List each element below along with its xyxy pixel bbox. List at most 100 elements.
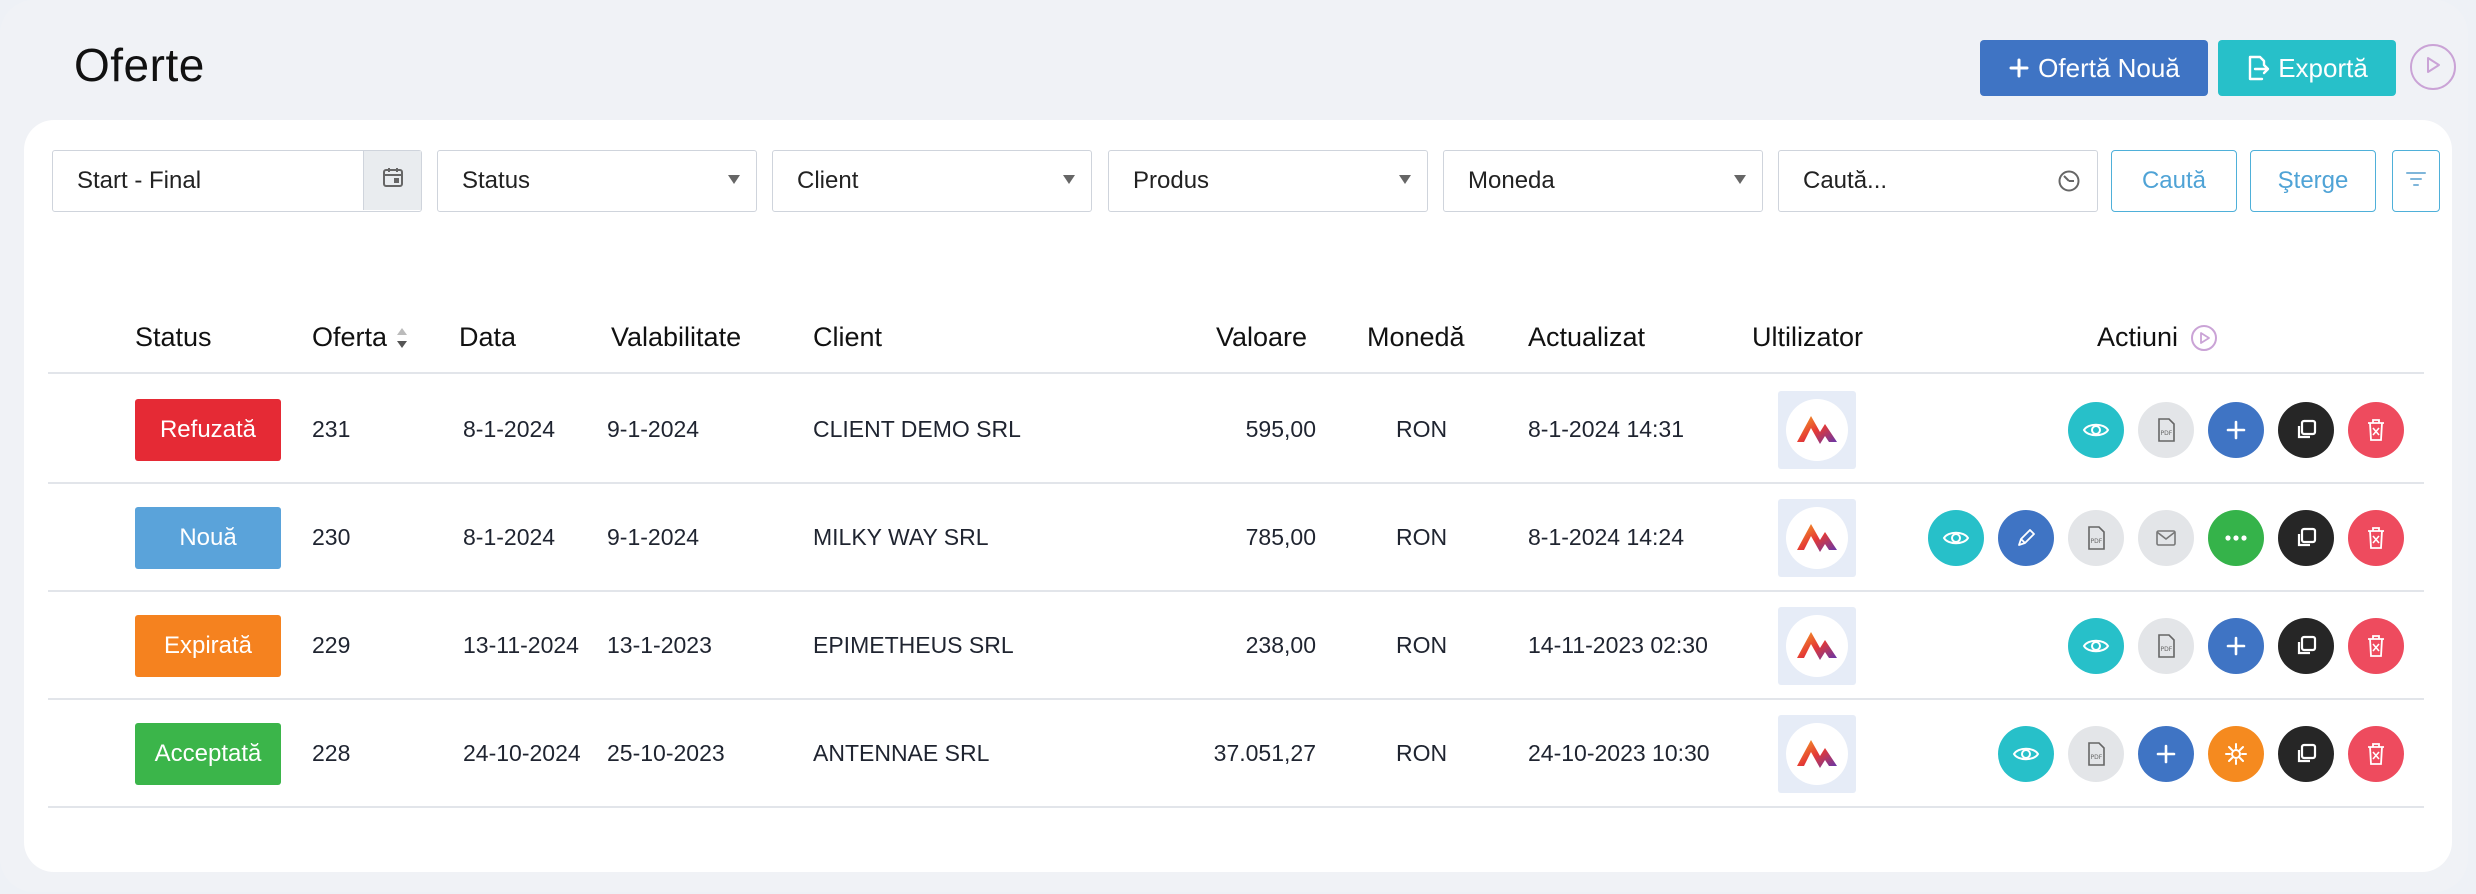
user-logo-icon [1794, 408, 1840, 453]
column-header-actions: Actiuni [2097, 322, 2218, 353]
play-tutorial-button[interactable] [2410, 44, 2456, 90]
delete-button[interactable] [2348, 618, 2404, 674]
client-name: EPIMETHEUS SRL [813, 632, 1014, 658]
delete-button[interactable] [2348, 402, 2404, 458]
column-header-validity[interactable]: Valabilitate [611, 322, 741, 353]
actions-help-play-icon[interactable] [2190, 324, 2218, 352]
user-logo-icon [1794, 732, 1840, 777]
delete-button[interactable] [2348, 510, 2404, 566]
client-name: ANTENNAE SRL [813, 740, 990, 766]
export-button[interactable]: Exportă [2218, 40, 2396, 96]
copy-button[interactable] [2278, 402, 2334, 458]
column-header-updated[interactable]: Actualizat [1528, 322, 1645, 353]
settings-button[interactable] [2208, 726, 2264, 782]
view-button[interactable] [1928, 510, 1984, 566]
copy-icon [2294, 634, 2318, 658]
add-button[interactable] [2138, 726, 2194, 782]
column-header-client[interactable]: Client [813, 322, 882, 353]
email-button[interactable] [2138, 510, 2194, 566]
avatar [1778, 715, 1856, 793]
column-header-date[interactable]: Data [459, 322, 516, 353]
pdf-button[interactable]: PDF [2138, 618, 2194, 674]
add-icon [2155, 743, 2177, 765]
offer-number[interactable]: 230 [312, 524, 350, 551]
date-range-filter[interactable]: Start - Final [52, 150, 422, 212]
copy-button[interactable] [2278, 726, 2334, 782]
offer-currency: RON [1396, 416, 1448, 442]
user-logo-icon [1794, 624, 1840, 669]
chevron-down-icon [1063, 175, 1075, 184]
currency-filter[interactable]: Moneda [1443, 150, 1763, 212]
column-header-currency[interactable]: Monedă [1367, 322, 1465, 353]
pdf-icon: PDF [2086, 742, 2106, 766]
clear-button[interactable]: Şterge [2250, 150, 2376, 212]
updated-at: 8-1-2024 14:24 [1528, 524, 1685, 550]
copy-button[interactable] [2278, 618, 2334, 674]
plus-icon [2008, 57, 2030, 79]
add-icon [2225, 419, 2247, 441]
pdf-button[interactable]: PDF [2068, 510, 2124, 566]
add-button[interactable] [2208, 618, 2264, 674]
chevron-down-icon [1734, 175, 1746, 184]
search-field[interactable] [1778, 150, 2098, 212]
offer-currency: RON [1396, 740, 1448, 766]
calendar-icon [382, 166, 404, 195]
offer-validity: 9-1-2024 [607, 524, 700, 550]
client-filter[interactable]: Client [772, 150, 1092, 212]
new-offer-button[interactable]: Ofertă Nouă [1980, 40, 2208, 96]
view-button[interactable] [2068, 402, 2124, 458]
column-header-offer-label: Oferta [312, 322, 388, 352]
new-offer-label: Ofertă Nouă [2038, 52, 2180, 83]
export-icon [2246, 55, 2270, 81]
product-filter[interactable]: Produs [1108, 150, 1428, 212]
updated-at: 14-11-2023 02:30 [1528, 632, 1708, 658]
copy-icon [2294, 418, 2318, 442]
edit-button[interactable] [1998, 510, 2054, 566]
updated-at: 8-1-2024 14:31 [1528, 416, 1685, 442]
user-logo-icon [1794, 516, 1840, 561]
add-button[interactable] [2208, 402, 2264, 458]
offer-date: 8-1-2024 [463, 524, 556, 550]
filter-icon [2405, 170, 2427, 193]
calendar-button[interactable] [363, 151, 421, 210]
pdf-icon: PDF [2156, 418, 2176, 442]
view-button[interactable] [1998, 726, 2054, 782]
export-label: Exportă [2278, 52, 2368, 83]
email-icon [2155, 529, 2177, 547]
column-header-status[interactable]: Status [135, 322, 212, 353]
offer-number[interactable]: 231 [312, 416, 350, 443]
offer-number[interactable]: 229 [312, 632, 350, 659]
offer-number[interactable]: 228 [312, 740, 350, 767]
svg-text:PDF: PDF [2091, 754, 2103, 761]
delete-icon [2366, 418, 2386, 442]
copy-icon [2294, 742, 2318, 766]
status-badge: Acceptată [135, 723, 281, 785]
status-filter[interactable]: Status [437, 150, 757, 212]
status-filter-label: Status [462, 167, 531, 194]
updated-at: 24-10-2023 10:30 [1528, 740, 1710, 766]
svg-text:PDF: PDF [2161, 430, 2173, 437]
offer-date: 24-10-2024 [463, 740, 581, 766]
more-button[interactable] [2208, 510, 2264, 566]
filter-toggle-button[interactable] [2392, 150, 2440, 212]
pdf-button[interactable]: PDF [2138, 402, 2194, 458]
settings-icon [2224, 742, 2248, 766]
copy-button[interactable] [2278, 510, 2334, 566]
avatar [1778, 391, 1856, 469]
table-row: Expirată 229 13-11-2024 13-1-2023 EPIMETHEUS… [0, 592, 2476, 700]
delete-icon [2366, 742, 2386, 766]
table-row: Nouă 230 8-1-2024 9-1-2024 MILKY WAY SRL 785,… [0, 484, 2476, 592]
pdf-button[interactable]: PDF [2068, 726, 2124, 782]
offer-validity: 13-1-2023 [607, 632, 712, 658]
column-header-offer[interactable]: Oferta [312, 322, 409, 353]
search-button[interactable]: Caută [2111, 150, 2237, 212]
add-icon [2225, 635, 2247, 657]
column-header-user[interactable]: Ultilizator [1752, 322, 1863, 353]
delete-icon [2366, 634, 2386, 658]
view-button[interactable] [2068, 618, 2124, 674]
delete-button[interactable] [2348, 726, 2404, 782]
product-filter-label: Produs [1133, 167, 1210, 194]
column-header-value[interactable]: Valoare [1216, 322, 1307, 353]
offer-date: 8-1-2024 [463, 416, 556, 442]
search-input[interactable] [1803, 167, 2053, 195]
